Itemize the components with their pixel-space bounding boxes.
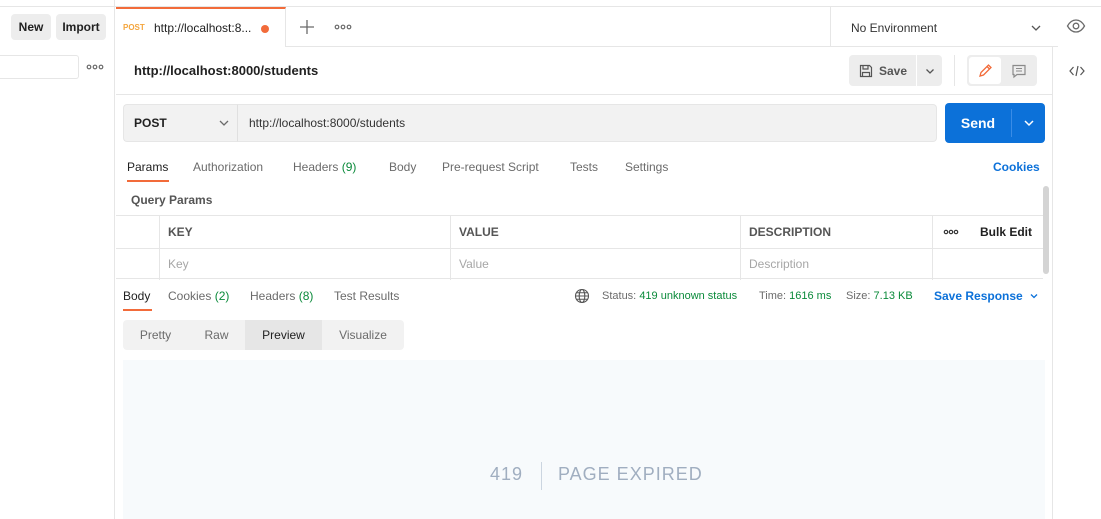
tab-headers[interactable]: Headers (9) <box>293 160 356 174</box>
active-tab-indicator <box>127 180 169 182</box>
more-options-icon[interactable] <box>86 60 104 74</box>
column-header-key: KEY <box>168 225 193 239</box>
column-header-description: DESCRIPTION <box>749 225 832 239</box>
url-input[interactable]: http://localhost:8000/students <box>238 104 937 142</box>
time-value: 1616 ms <box>789 290 832 302</box>
response-size: Size: 7.13 KB <box>846 290 913 302</box>
size-label: Size: <box>846 290 871 302</box>
save-label: Save <box>879 63 908 78</box>
response-tab-headers[interactable]: Headers (8) <box>250 289 313 303</box>
chevron-down-icon <box>924 65 936 77</box>
headers-count: (9) <box>341 160 357 174</box>
import-button[interactable]: Import <box>56 14 106 40</box>
request-header-divider <box>116 94 1052 95</box>
view-mode-pretty[interactable]: Pretty <box>123 320 188 350</box>
key-input[interactable]: Key <box>168 257 448 271</box>
sidebar-search-input[interactable] <box>0 55 79 79</box>
column-header-value: VALUE <box>459 225 499 239</box>
tab-params[interactable]: Params <box>127 160 168 174</box>
send-button-group: Send <box>945 103 1045 143</box>
environment-label: No Environment <box>851 21 938 35</box>
tab-pre-request-script[interactable]: Pre-request Script <box>442 160 539 174</box>
error-message: PAGE EXPIRED <box>558 464 703 484</box>
column-divider <box>450 216 451 280</box>
plus-icon[interactable] <box>298 18 316 36</box>
tab-method-label: POST <box>123 23 145 32</box>
column-options-icon[interactable] <box>942 226 960 238</box>
bulk-edit-button[interactable]: Bulk Edit <box>980 225 1032 239</box>
environment-select[interactable]: No Environment <box>830 7 1058 47</box>
value-input[interactable]: Value <box>459 257 737 271</box>
save-response-button[interactable]: Save Response <box>934 289 1039 303</box>
tab-body[interactable]: Body <box>389 160 416 174</box>
send-dropdown-button[interactable] <box>1012 103 1045 143</box>
view-mode-visualize[interactable]: Visualize <box>322 320 404 350</box>
chevron-down-icon <box>1023 117 1035 129</box>
chevron-down-icon <box>1029 21 1043 35</box>
save-button-group: Save <box>849 55 942 86</box>
save-response-label: Save Response <box>934 289 1023 303</box>
response-cookies-count: (2) <box>214 289 230 303</box>
pencil-icon[interactable] <box>969 57 1001 84</box>
code-icon[interactable] <box>1068 63 1086 79</box>
status-value: 419 unknown status <box>639 290 738 302</box>
new-button[interactable]: New <box>11 14 51 40</box>
response-preview: 419 PAGE EXPIRED <box>123 360 1045 519</box>
description-input[interactable]: Description <box>749 257 929 271</box>
column-divider <box>159 216 160 280</box>
chevron-down-icon <box>218 117 230 129</box>
globe-icon[interactable] <box>574 288 590 304</box>
save-button[interactable]: Save <box>849 55 916 86</box>
active-response-tab-indicator <box>123 309 152 311</box>
sidebar: New Import <box>0 0 115 519</box>
status-label: Status: <box>602 290 637 302</box>
save-icon <box>859 64 873 78</box>
response-time: Time: 1616 ms <box>759 290 831 302</box>
unsaved-indicator <box>261 25 269 33</box>
send-button[interactable]: Send <box>945 103 1011 143</box>
method-value: POST <box>134 116 167 130</box>
response-headers-label: Headers <box>250 289 296 303</box>
response-tab-test-results[interactable]: Test Results <box>334 289 399 303</box>
view-mode-raw[interactable]: Raw <box>188 320 245 350</box>
tab-headers-label: Headers <box>293 160 339 174</box>
column-divider <box>740 216 741 280</box>
right-rail-divider <box>1052 47 1053 519</box>
request-tab[interactable]: POST http://localhost:8... <box>116 7 286 47</box>
tab-title: http://localhost:8... <box>154 21 252 35</box>
response-headers-count: (8) <box>298 289 314 303</box>
query-params-title: Query Params <box>131 193 213 207</box>
edit-mode-toggle <box>967 55 1037 86</box>
method-select[interactable]: POST <box>123 104 238 142</box>
column-divider <box>932 216 933 280</box>
params-table: KEY VALUE DESCRIPTION Bulk Edit Key Valu… <box>116 215 1043 280</box>
size-value: 7.13 KB <box>873 290 913 302</box>
table-row-divider <box>116 248 1043 249</box>
view-mode-preview[interactable]: Preview <box>245 320 322 350</box>
error-code: 419 <box>490 464 524 484</box>
header-divider <box>954 55 955 86</box>
request-title[interactable]: http://localhost:8000/students <box>134 63 318 78</box>
tab-more-options-icon[interactable] <box>334 21 352 33</box>
cookies-link[interactable]: Cookies <box>993 160 1040 174</box>
tabbar-divider <box>286 46 831 47</box>
save-dropdown-button[interactable] <box>917 55 942 86</box>
response-status: Status: 419 unknown status <box>602 290 737 302</box>
response-tab-body[interactable]: Body <box>123 289 150 303</box>
scrollbar[interactable] <box>1043 186 1049 274</box>
comment-icon[interactable] <box>1003 57 1035 84</box>
error-divider <box>541 462 542 490</box>
response-cookies-label: Cookies <box>168 289 212 303</box>
response-tab-cookies[interactable]: Cookies (2) <box>168 289 229 303</box>
eye-icon[interactable] <box>1066 18 1086 34</box>
view-mode-bar: Pretty Raw Preview Visualize <box>123 320 404 350</box>
tab-settings[interactable]: Settings <box>625 160 668 174</box>
time-label: Time: <box>759 290 787 302</box>
tab-authorization[interactable]: Authorization <box>193 160 263 174</box>
tab-tests[interactable]: Tests <box>570 160 598 174</box>
chevron-down-icon <box>1029 291 1039 301</box>
